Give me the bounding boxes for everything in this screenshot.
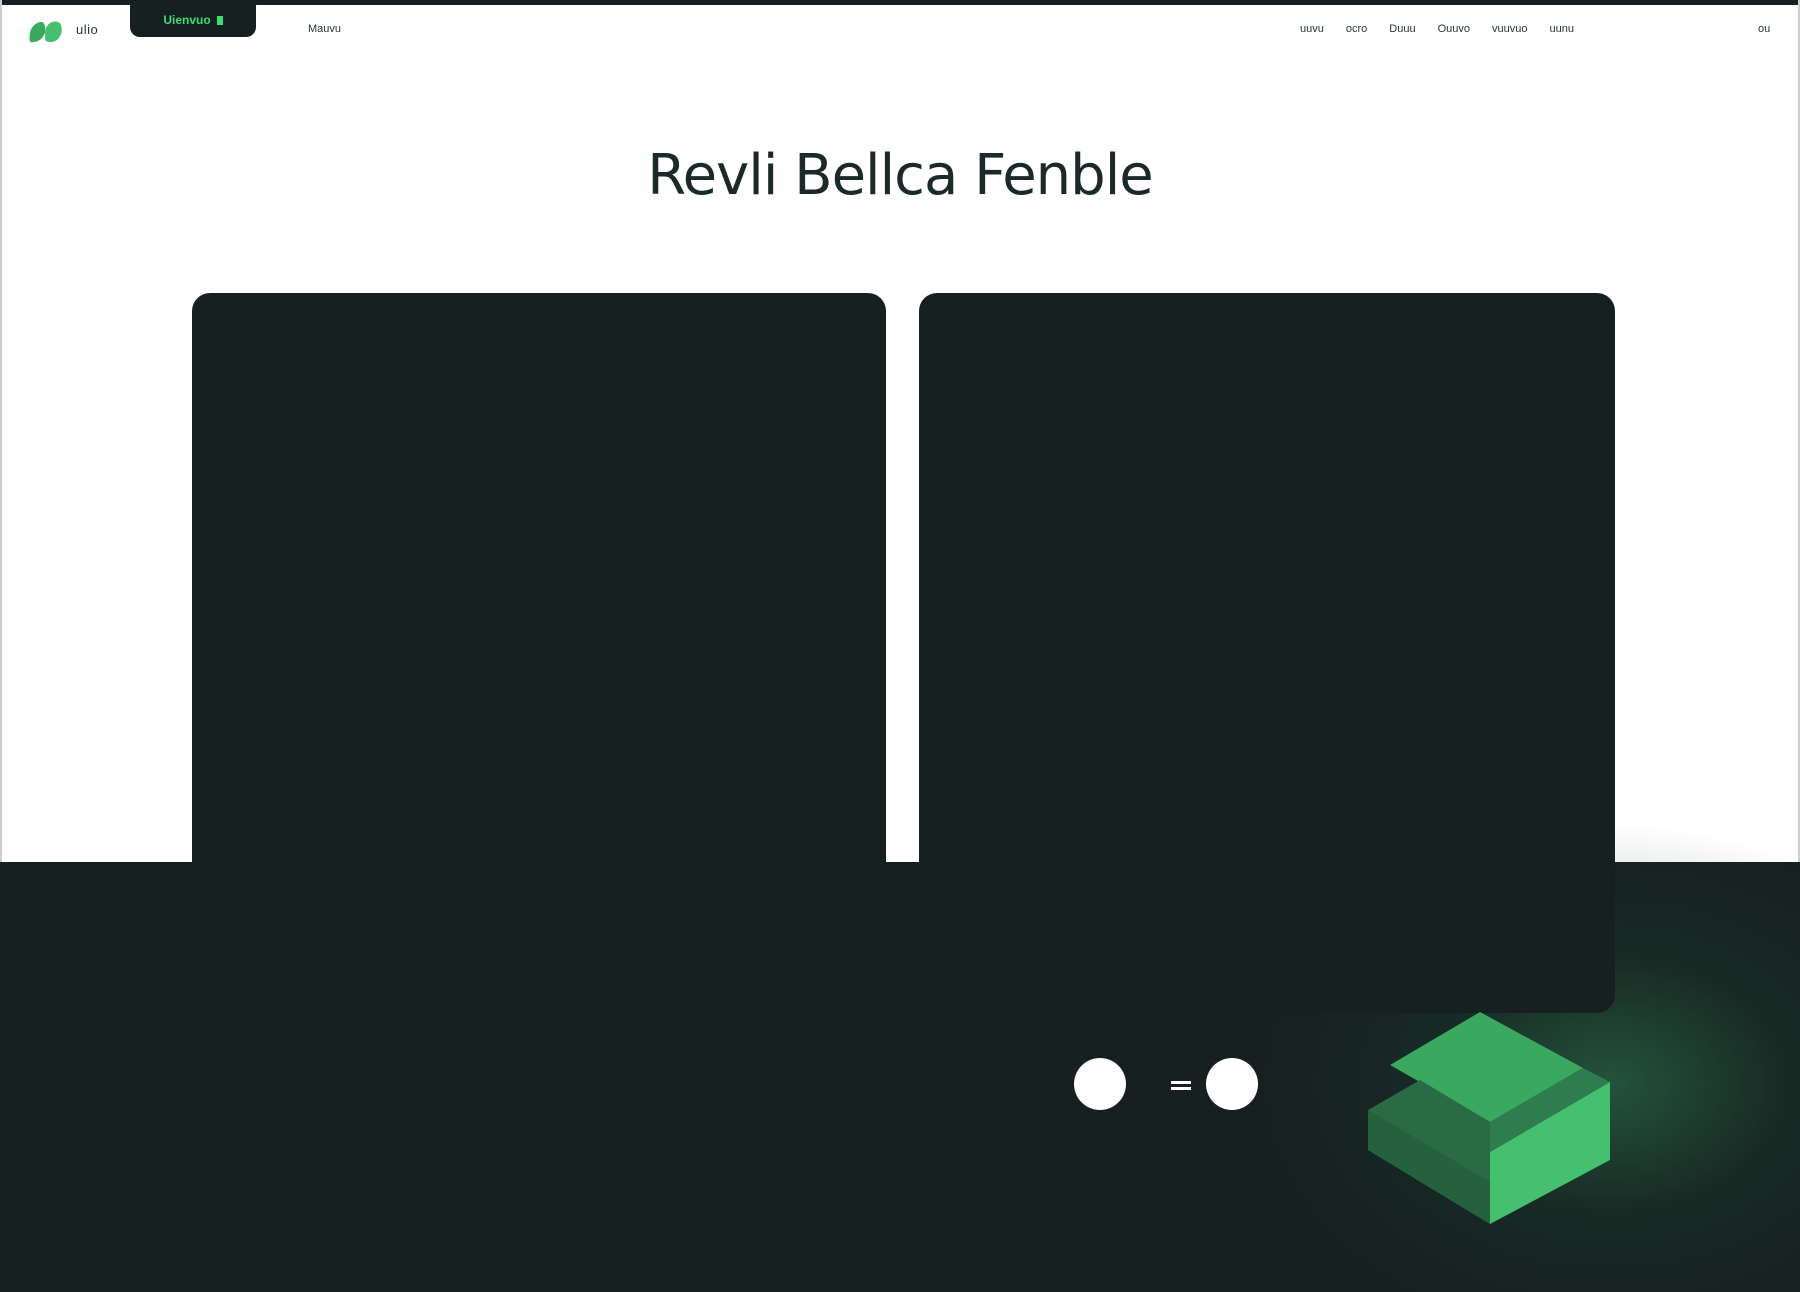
nav-link-6[interactable]: uunu bbox=[1549, 23, 1573, 39]
toggle-dot-right[interactable] bbox=[1206, 1058, 1258, 1110]
toggle-separator bbox=[1171, 1081, 1191, 1090]
pill-indicator-icon bbox=[216, 15, 223, 25]
page-title: Revli Bellca Fenble bbox=[647, 143, 1153, 208]
feature-card-left[interactable] bbox=[192, 293, 886, 1013]
isometric-cube-icon bbox=[1368, 1012, 1610, 1224]
page: ulio Uienvuo Mauvu uuvu ocro Duuu Ouuvo … bbox=[0, 0, 1800, 1292]
nav-link-5[interactable]: vuuvuo bbox=[1492, 23, 1527, 39]
main-nav: uuvu ocro Duuu Ouuvo vuuvuo uunu bbox=[1300, 23, 1574, 39]
feature-card-right[interactable] bbox=[919, 293, 1615, 1013]
nav-link-right[interactable]: ou bbox=[1758, 23, 1770, 35]
leaf-logo-icon[interactable] bbox=[26, 18, 64, 44]
left-border bbox=[0, 0, 2, 862]
nav-link-2[interactable]: ocro bbox=[1346, 23, 1367, 39]
nav-link-3[interactable]: Duuu bbox=[1389, 23, 1415, 39]
nav-link-left[interactable]: Mauvu bbox=[308, 23, 341, 35]
pill-button-label: Uienvuo bbox=[163, 13, 211, 27]
nav-link-4[interactable]: Ouuvo bbox=[1438, 23, 1470, 39]
site-header: ulio Uienvuo Mauvu uuvu ocro Duuu Ouuvo … bbox=[0, 5, 1800, 55]
nav-link-1[interactable]: uuvu bbox=[1300, 23, 1324, 39]
primary-pill-button[interactable]: Uienvuo bbox=[130, 5, 256, 37]
brand-name[interactable]: ulio bbox=[76, 22, 98, 37]
toggle-dot-left[interactable] bbox=[1074, 1058, 1126, 1110]
